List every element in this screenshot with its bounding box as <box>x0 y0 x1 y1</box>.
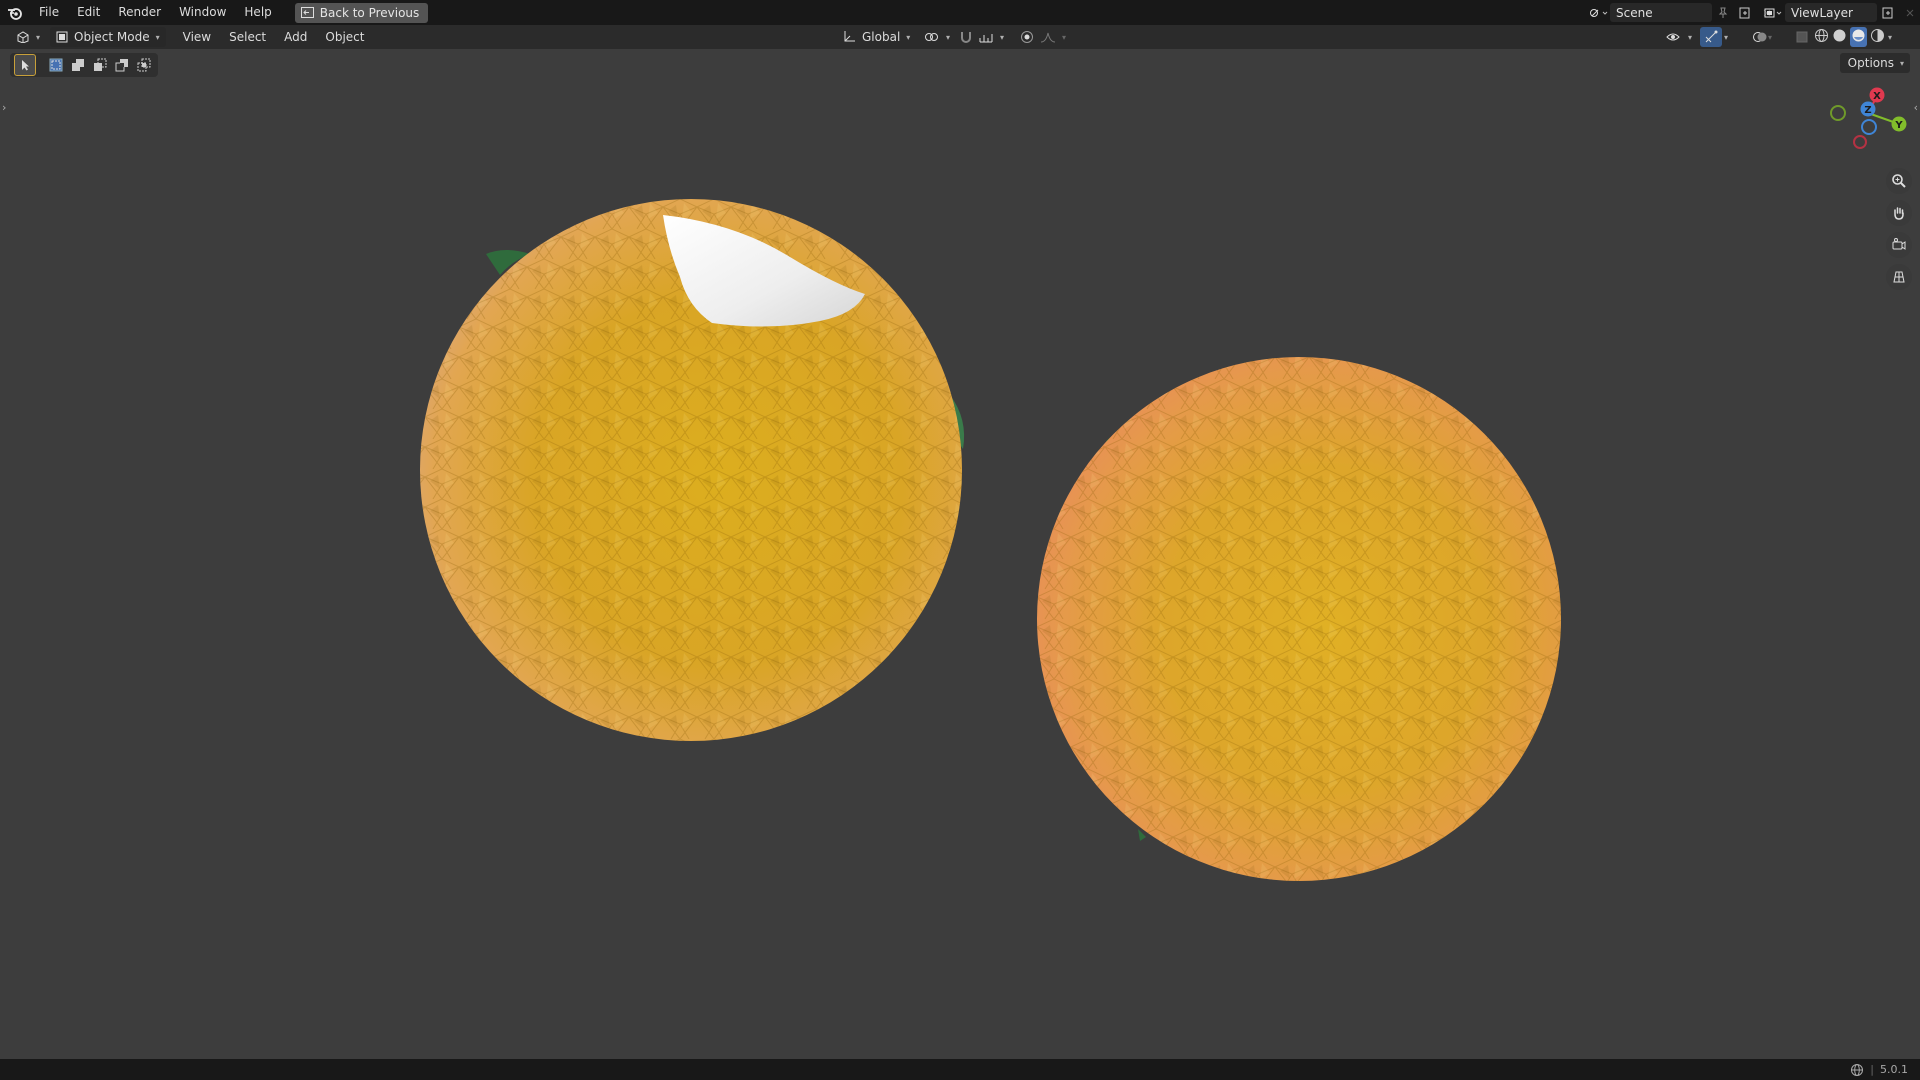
menu-edit[interactable]: Edit <box>68 0 109 25</box>
eye-cursor-icon <box>1666 33 1680 41</box>
back-to-previous-button[interactable]: Back to Previous <box>294 2 429 23</box>
menu-add[interactable]: Add <box>275 25 316 50</box>
menu-render[interactable]: Render <box>109 0 170 25</box>
scene-name: Scene <box>1616 5 1653 20</box>
new-scene-icon[interactable] <box>1734 3 1756 23</box>
scene-type-icon[interactable] <box>1588 3 1610 23</box>
orange-object[interactable] <box>1037 357 1561 881</box>
screen-back-icon <box>300 7 314 18</box>
transform-orientation-dropdown[interactable]: Global ▾ <box>836 27 916 47</box>
chevron-down-icon: ▾ <box>946 32 951 42</box>
delete-view-layer-icon[interactable] <box>1899 3 1920 23</box>
overlays-options-chevron[interactable]: ▾ <box>1766 27 1774 47</box>
gizmo-icon <box>1705 30 1718 43</box>
back-to-previous-label: Back to Previous <box>319 5 420 20</box>
menu-help[interactable]: Help <box>235 0 280 25</box>
solid-shading-icon[interactable] <box>1832 28 1847 46</box>
object-mode-dropdown[interactable]: Object Mode ▾ <box>50 27 166 47</box>
3d-viewport-icon <box>17 31 29 43</box>
view-layer-icon[interactable] <box>1763 3 1785 23</box>
3d-viewport[interactable]: Options ▾ › ‹ X Y Z <box>0 49 1920 1059</box>
editor-type-button[interactable]: ▾ <box>10 27 46 47</box>
network-globe-icon[interactable] <box>1850 1063 1864 1077</box>
view-layer-field[interactable]: ViewLayer <box>1785 3 1877 22</box>
menu-select[interactable]: Select <box>220 25 275 50</box>
object-mode-icon <box>56 31 68 43</box>
xray-icon <box>1796 31 1808 43</box>
material-preview-shading-icon[interactable] <box>1850 27 1867 47</box>
pin-icon[interactable] <box>1712 3 1734 23</box>
chevron-down-icon: ▾ <box>155 32 160 42</box>
shading-options-chevron-icon[interactable]: ▾ <box>1888 33 1892 42</box>
orange-with-cut-object[interactable] <box>420 199 965 741</box>
blender-version: 5.0.1 <box>1880 1063 1908 1076</box>
blender-logo-icon[interactable] <box>0 0 30 25</box>
chevron-down-icon: ▾ <box>1768 32 1773 42</box>
scene-render <box>420 199 1561 881</box>
top-bar: File Edit Render Window Help Back to Pre… <box>0 0 1920 25</box>
viewport-header: ▾ Object Mode ▾ View Select Add Object G… <box>0 25 1920 49</box>
chevron-down-icon: ▾ <box>1724 32 1729 42</box>
chevron-down-icon: ▾ <box>1000 32 1005 42</box>
proportional-falloff-dropdown[interactable]: ▾ <box>1034 27 1072 47</box>
chevron-down-icon: ▾ <box>36 32 41 42</box>
gizmo-options-chevron[interactable]: ▾ <box>1722 27 1730 47</box>
menu-window[interactable]: Window <box>170 0 235 25</box>
wireframe-shading-icon[interactable] <box>1814 28 1829 46</box>
pivot-point-dropdown[interactable]: ▾ <box>918 27 956 47</box>
snap-target-dropdown[interactable]: ▾ <box>972 27 1010 47</box>
chevron-down-icon: ▾ <box>906 32 911 42</box>
global-orientation-icon <box>844 31 855 42</box>
menu-file[interactable]: File <box>30 0 68 25</box>
new-view-layer-icon[interactable] <box>1877 3 1899 23</box>
falloff-curve-icon <box>1040 32 1056 43</box>
rendered-shading-icon[interactable] <box>1870 28 1885 46</box>
pivot-link-icon <box>925 33 938 41</box>
chevron-down-icon: ▾ <box>1062 32 1067 42</box>
show-gizmo-toggle[interactable] <box>1700 27 1722 47</box>
snap-increment-icon <box>979 34 993 43</box>
mode-label: Object Mode <box>74 30 150 44</box>
view-layer-name: ViewLayer <box>1791 5 1853 20</box>
selectability-visibility-dropdown[interactable]: ▾ <box>1660 27 1698 47</box>
scene-name-field[interactable]: Scene <box>1610 3 1712 22</box>
status-divider: | <box>1870 1063 1874 1076</box>
chevron-down-icon: ▾ <box>1688 32 1693 42</box>
menu-view[interactable]: View <box>174 25 220 50</box>
orientation-label: Global <box>862 30 901 44</box>
magnet-icon <box>961 32 971 43</box>
menu-object[interactable]: Object <box>316 25 373 50</box>
proportional-edit-icon <box>1021 31 1033 43</box>
shading-mode-buttons: ▾ <box>1812 27 1894 47</box>
status-bar: | 5.0.1 <box>0 1059 1920 1080</box>
